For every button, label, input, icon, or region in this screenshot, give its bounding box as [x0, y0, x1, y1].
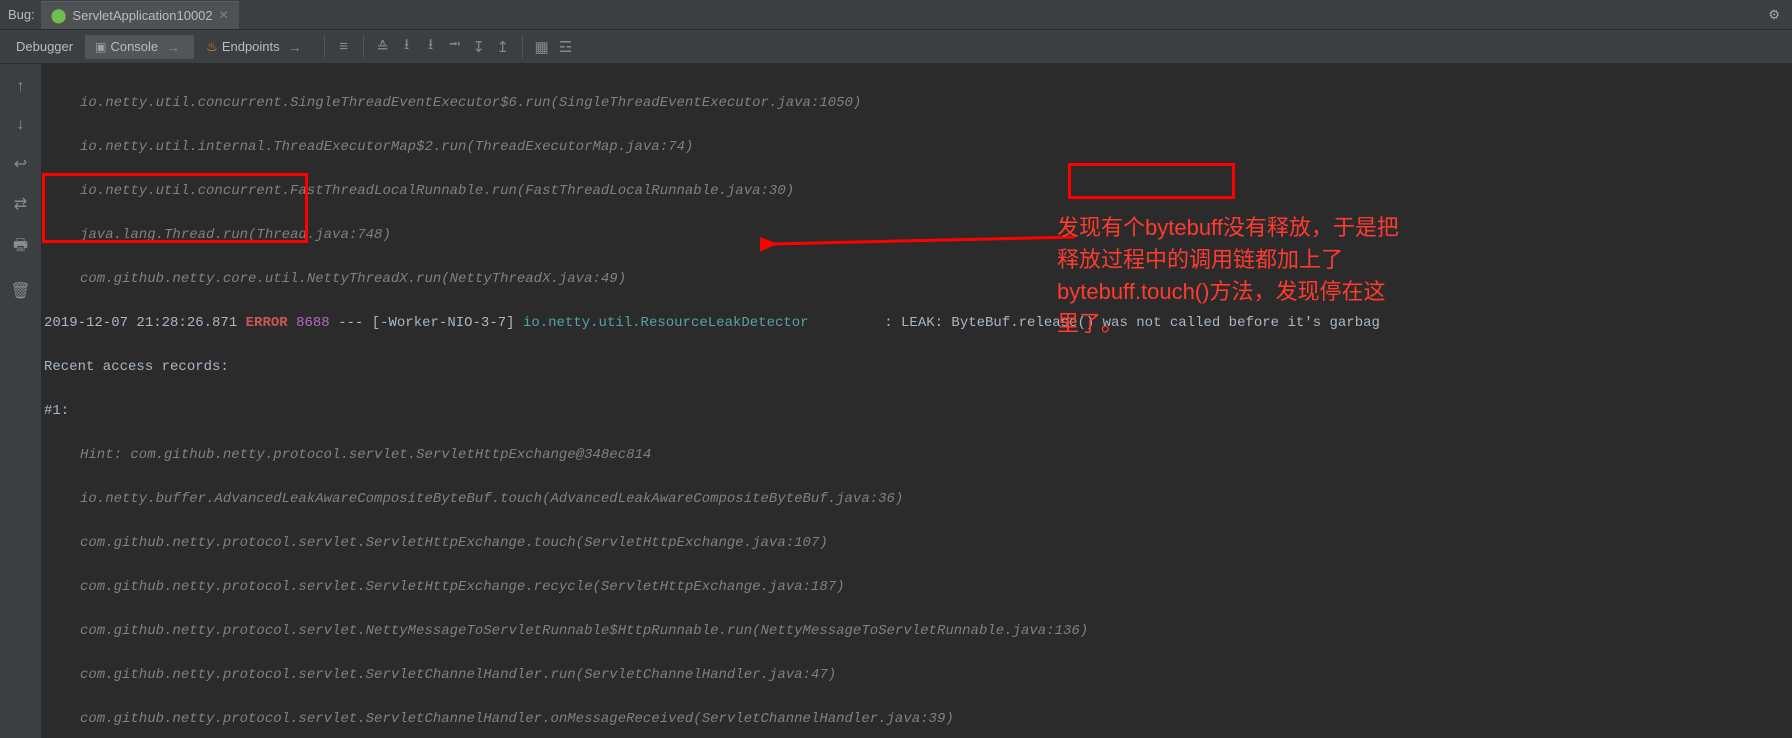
step-over-icon[interactable]: ⭲	[444, 34, 466, 59]
flame-icon: ♨	[206, 39, 218, 55]
sliders-icon[interactable]: ☲	[555, 38, 577, 56]
gear-icon[interactable]: ⚙	[1768, 7, 1780, 23]
divider	[324, 36, 325, 58]
log-line: com.github.netty.protocol.servlet.Servle…	[44, 532, 1792, 554]
menu-icon[interactable]: ≡	[333, 38, 355, 55]
tab-debugger[interactable]: Debugger	[6, 35, 83, 58]
down-stack-icon[interactable]: ⭳	[396, 34, 418, 59]
main-area: ↑ ↓ ↩ ⇄ 🖶 🗑 io.netty.util.concurrent.Sin…	[0, 64, 1792, 738]
step-into-icon[interactable]: ↧	[468, 38, 490, 56]
console-icon: ▣	[95, 40, 106, 54]
log-line: com.github.netty.protocol.servlet.Servle…	[44, 664, 1792, 686]
tab-console[interactable]: ▣ Console →	[85, 35, 194, 59]
up-stack-icon[interactable]: ≙	[372, 38, 394, 56]
log-line: com.github.netty.protocol.servlet.Servle…	[44, 576, 1792, 598]
run-config-name: ServletApplication10002	[72, 8, 212, 23]
run-tab-bar: Bug: ⬤ ServletApplication10002 ✕ ⚙	[0, 0, 1792, 30]
divider	[522, 36, 523, 58]
hint-text: Hint: com.github.netty.protocol.servlet.…	[80, 447, 584, 463]
soft-wrap-icon[interactable]: ↩	[14, 154, 27, 174]
log-line: com.github.netty.core.util.NettyThreadX.…	[44, 268, 1792, 290]
run-config-tab[interactable]: ⬤ ServletApplication10002 ✕	[41, 1, 239, 29]
tab-endpoints[interactable]: ♨ Endpoints →	[196, 35, 315, 59]
log-line: io.netty.util.concurrent.FastThreadLocal…	[44, 180, 1792, 202]
print-icon[interactable]: 🖶	[13, 234, 28, 261]
log-line: java.lang.Thread.run(Thread.java:748)	[44, 224, 1792, 246]
log-line: com.github.netty.protocol.servlet.Servle…	[44, 708, 1792, 730]
log-line-error: 2019-12-07 21:28:26.871 ERROR 8688 --- […	[44, 312, 1792, 334]
bug-icon: ⬤	[51, 7, 67, 24]
debug-subnav: Debugger ▣ Console → ♨ Endpoints → ≡ ≙ ⭳…	[0, 30, 1792, 64]
tab-debugger-label: Debugger	[16, 39, 73, 54]
log-line: com.github.netty.protocol.servlet.NettyM…	[44, 620, 1792, 642]
down-arrow-icon[interactable]: ↓	[17, 116, 25, 134]
log-line: io.netty.buffer.AdvancedLeakAwareComposi…	[44, 488, 1792, 510]
tab-endpoints-label: Endpoints	[222, 39, 280, 54]
log-line: Recent access records:	[44, 356, 1792, 378]
log-line: io.netty.util.internal.ThreadExecutorMap…	[44, 136, 1792, 158]
down-stack-icon[interactable]: ⭳	[420, 34, 442, 59]
calculator-icon[interactable]: ▦	[531, 38, 553, 56]
hint-address: 348ec814	[584, 447, 651, 463]
console-output[interactable]: io.netty.util.concurrent.SingleThreadEve…	[42, 64, 1792, 738]
step-out-icon[interactable]: ↥	[492, 38, 514, 56]
leak-message: : LEAK: ByteBuf.release() was not called…	[884, 315, 1380, 331]
thread-name: [-Worker-NIO-3-7]	[372, 315, 515, 331]
scroll-to-end-icon[interactable]: ⇄	[14, 194, 27, 214]
log-level: ERROR	[246, 315, 288, 331]
logger-name: io.netty.util.ResourceLeakDetector	[523, 315, 809, 331]
separator: ---	[338, 315, 363, 331]
debug-label: Bug:	[2, 7, 41, 22]
log-line-hint: Hint: com.github.netty.protocol.servlet.…	[44, 444, 1792, 466]
tab-console-label: Console	[110, 39, 158, 54]
log-line: #1:	[44, 400, 1792, 422]
up-arrow-icon[interactable]: ↑	[17, 78, 25, 96]
arrow-right-icon: →	[162, 39, 184, 55]
close-icon[interactable]: ✕	[219, 8, 229, 22]
trash-icon[interactable]: 🗑	[10, 281, 30, 301]
left-gutter: ↑ ↓ ↩ ⇄ 🖶 🗑	[0, 64, 42, 738]
pid: 8688	[296, 315, 330, 331]
log-line: io.netty.util.concurrent.SingleThreadEve…	[44, 92, 1792, 114]
arrow-right-icon: →	[284, 39, 306, 55]
timestamp: 2019-12-07 21:28:26.871	[44, 315, 237, 331]
divider	[363, 36, 364, 58]
